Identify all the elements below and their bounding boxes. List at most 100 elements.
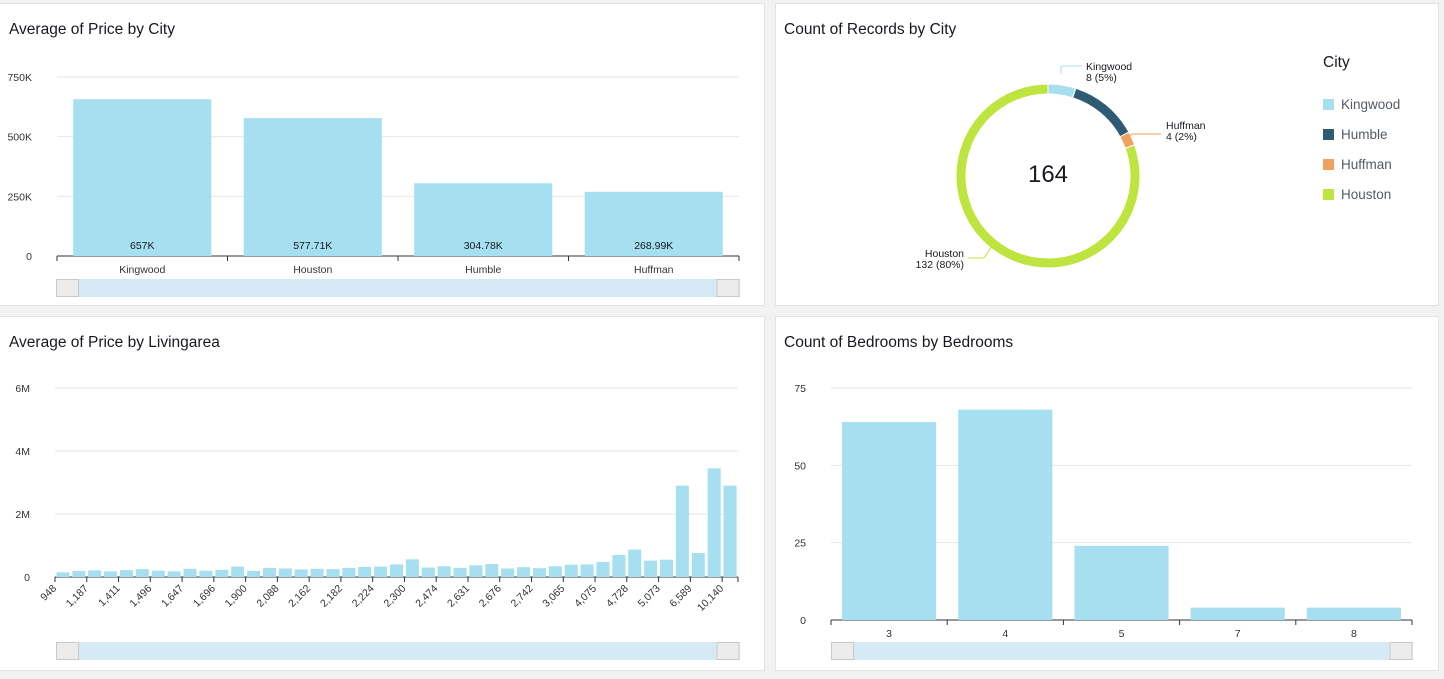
legend-label: Kingwood (1341, 96, 1401, 112)
bar[interactable] (564, 564, 578, 577)
range-slider-right-handle[interactable] (1389, 642, 1413, 660)
bar[interactable] (612, 554, 626, 577)
data-label: 304.78K (464, 240, 503, 252)
y-tick-label: 0 (800, 615, 806, 627)
x-tick-label: 6,589 (667, 583, 694, 610)
bar[interactable] (485, 564, 499, 577)
range-slider-right-handle[interactable] (716, 279, 740, 297)
price-by-city-panel: Average of Price by City 0 250K 500K 750K 65… (0, 3, 765, 306)
bar[interactable] (628, 549, 642, 577)
bar[interactable] (199, 570, 213, 577)
callout-value: 4 (2%) (1166, 131, 1197, 143)
bar[interactable] (72, 571, 86, 577)
bar[interactable] (374, 566, 388, 577)
x-tick-label: 948 (38, 583, 59, 604)
range-slider-left-handle[interactable] (831, 642, 854, 660)
legend-item-kingwood[interactable]: Kingwood (1323, 89, 1400, 119)
bar[interactable] (596, 561, 610, 577)
bar[interactable] (469, 565, 483, 577)
bar[interactable] (691, 553, 705, 577)
callout-value: 8 (5%) (1086, 72, 1117, 84)
bar[interactable] (151, 570, 165, 577)
y-tick-label: 0 (26, 251, 32, 263)
bar[interactable] (532, 568, 546, 577)
donut-slice-humble[interactable] (1072, 87, 1130, 138)
x-tick-label: Humble (465, 264, 501, 276)
x-tick-label: 3,065 (540, 583, 567, 610)
bar[interactable] (88, 570, 102, 577)
bar[interactable] (73, 99, 212, 256)
legend-swatch (1323, 98, 1334, 110)
bar[interactable] (548, 566, 562, 577)
bar[interactable] (119, 570, 133, 577)
bar[interactable] (104, 571, 118, 577)
x-tick-label: 2,742 (509, 583, 536, 610)
bar[interactable] (358, 566, 372, 577)
x-tick-label: 2,300 (381, 583, 408, 610)
bar[interactable] (842, 422, 937, 620)
callout-line (1060, 65, 1082, 74)
x-tick-label: 4,728 (604, 583, 631, 610)
x-tick-label: 1,696 (191, 583, 218, 610)
bar[interactable] (1190, 607, 1285, 620)
bar[interactable] (167, 571, 181, 577)
bar[interactable] (580, 564, 594, 577)
bar[interactable] (644, 560, 658, 577)
legend-item-huffman[interactable]: Huffman (1323, 149, 1400, 179)
bar[interactable] (421, 567, 435, 577)
x-tick-label: 7 (1235, 628, 1241, 640)
range-slider-track[interactable] (56, 279, 740, 297)
range-slider-track[interactable] (831, 642, 1413, 660)
y-tick-label: 750K (7, 72, 32, 84)
donut-total: 164 (1027, 161, 1069, 188)
x-tick-label: Huffman (634, 264, 674, 276)
bar[interactable] (56, 572, 70, 577)
y-tick-label: 50 (794, 460, 806, 472)
bar[interactable] (326, 569, 340, 577)
bar[interactable] (405, 559, 419, 577)
y-tick-label: 0 (24, 572, 30, 584)
bar[interactable] (310, 568, 324, 577)
bar[interactable] (1074, 545, 1169, 620)
range-slider-left-handle[interactable] (56, 642, 79, 660)
range-slider-right-handle[interactable] (716, 642, 740, 660)
bar[interactable] (437, 566, 451, 577)
bar[interactable] (675, 485, 689, 577)
x-tick-label: 4 (1002, 628, 1008, 640)
range-slider-left-handle[interactable] (56, 279, 79, 297)
bar[interactable] (707, 468, 721, 577)
donut-slice-kingwood[interactable] (1047, 83, 1077, 99)
x-tick-label: 1,187 (64, 583, 91, 610)
bar[interactable] (501, 568, 515, 577)
bar[interactable] (453, 567, 467, 577)
bar[interactable] (1306, 607, 1401, 620)
bar[interactable] (278, 568, 292, 577)
bar[interactable] (183, 568, 197, 577)
bar[interactable] (389, 564, 404, 577)
bar[interactable] (342, 567, 356, 577)
x-tick-label: 2,676 (477, 583, 504, 610)
y-tick-label: 25 (794, 538, 806, 550)
records-by-city-panel: Count of Records by City Kingwood 8 (5%) H… (775, 3, 1439, 306)
data-label: 657K (130, 240, 155, 252)
bedrooms-chart: 0 25 50 75 3 4 5 7 8 (794, 383, 1413, 660)
bar[interactable] (294, 569, 308, 577)
x-tick-label: 1,411 (96, 583, 123, 610)
legend-label: Huffman (1341, 156, 1392, 172)
bar[interactable] (517, 567, 531, 577)
bar[interactable] (231, 566, 245, 577)
legend-item-humble[interactable]: Humble (1323, 119, 1400, 149)
bar[interactable] (243, 118, 382, 257)
bar[interactable] (262, 567, 276, 577)
bar[interactable] (215, 569, 229, 577)
bar[interactable] (958, 409, 1053, 620)
bar[interactable] (723, 485, 737, 577)
data-label: 577.71K (293, 240, 332, 252)
bar[interactable] (660, 559, 674, 577)
data-label: 268.99K (634, 240, 673, 252)
range-slider-track[interactable] (56, 642, 740, 660)
bar[interactable] (135, 569, 149, 577)
callout-value: 132 (80%) (916, 259, 964, 271)
legend-item-houston[interactable]: Houston (1323, 179, 1400, 209)
bar[interactable] (247, 571, 261, 577)
